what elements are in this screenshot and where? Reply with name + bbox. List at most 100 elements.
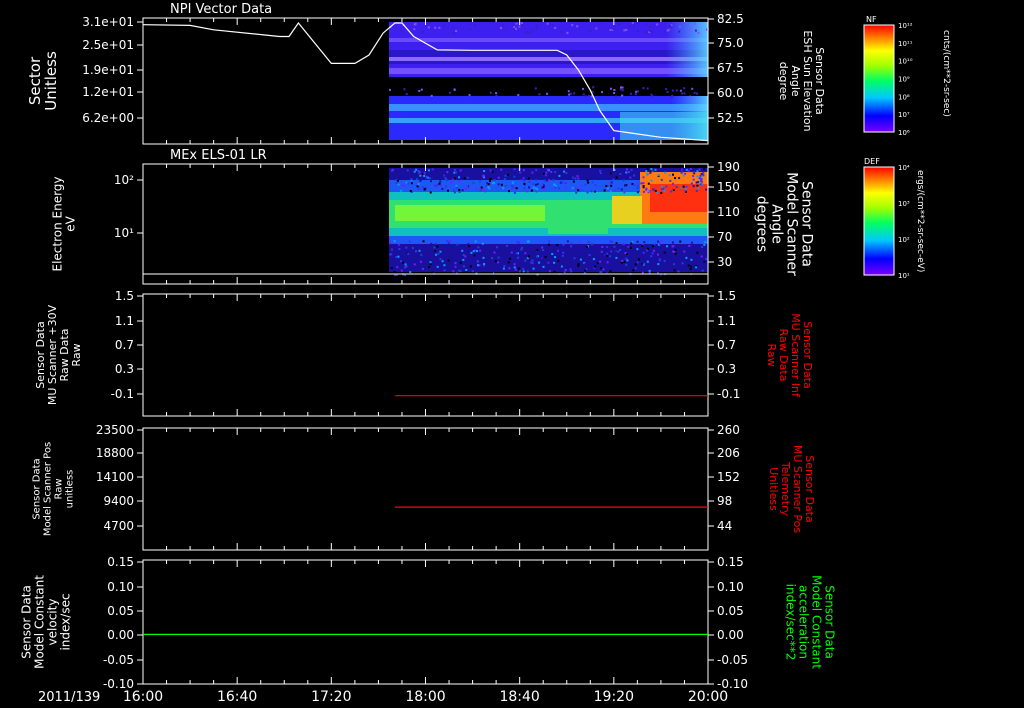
heatmap-cell <box>571 187 574 190</box>
heatmap-cell <box>532 182 535 185</box>
heatmap-cell <box>447 189 449 192</box>
heatmap-cell <box>596 262 599 265</box>
heatmap-cell <box>630 242 633 245</box>
heatmap-cell <box>415 168 418 171</box>
heatmap-cell <box>522 270 525 273</box>
heatmap-cell <box>508 190 510 193</box>
panel-axes: 23500 18800 14100 9400 4700 260 206 152 98 44 Sens… <box>32 423 816 550</box>
heatmap-cell <box>634 93 637 96</box>
heatmap-cell <box>439 250 442 253</box>
heatmap-cell <box>582 93 585 96</box>
heatmap-cell <box>665 88 668 91</box>
heatmap-cell <box>692 175 695 177</box>
heatmap-cell <box>431 168 434 171</box>
y-axis-label: Electron EnergyeV <box>51 176 78 271</box>
heatmap-cell <box>396 266 399 269</box>
heatmap-cell <box>613 89 616 91</box>
heatmap-cell <box>520 24 523 27</box>
r-tick-label: 260 <box>717 423 740 437</box>
heatmap-cell <box>415 178 418 181</box>
heatmap-cell <box>430 180 432 183</box>
r-tick-label: 0.3 <box>717 362 736 376</box>
heatmap-cell <box>586 179 589 182</box>
y-axis-label: Sensor DataModel Constantvelocityindex/s… <box>20 575 73 669</box>
heatmap-cell <box>588 30 591 33</box>
heatmap-cell <box>629 176 632 179</box>
r-tick-label: 152 <box>717 470 740 484</box>
heatmap-cell <box>660 240 663 243</box>
heatmap-cell <box>684 261 687 264</box>
heatmap-cell <box>389 88 391 91</box>
r-tick-label: 150 <box>717 180 740 194</box>
heatmap-cell <box>570 270 573 273</box>
heatmap-cell <box>468 94 471 97</box>
heatmap-cell <box>519 270 521 273</box>
heatmap-cell <box>529 179 532 182</box>
heatmap-cell <box>573 92 576 95</box>
heatmap-cell <box>494 265 497 268</box>
heatmap-cell <box>545 171 548 174</box>
heatmap-cell <box>477 264 479 267</box>
heatmap-cell <box>577 264 580 267</box>
heatmap-cell <box>495 246 498 249</box>
heatmap-cell <box>519 171 522 174</box>
y-tick-label: 6.2e+00 <box>82 111 134 125</box>
heatmap-cell <box>697 31 700 34</box>
heatmap-cell <box>556 244 559 247</box>
heatmap-cell <box>553 261 556 264</box>
heatmap-cell <box>688 170 690 173</box>
heatmap-cell <box>693 91 696 94</box>
heatmap-cell <box>477 246 480 249</box>
heatmap-cell <box>564 182 567 184</box>
panel-title: MEx ELS-01 LR <box>170 148 267 163</box>
heatmap-cell <box>663 189 666 192</box>
heatmap-cell <box>570 245 573 248</box>
heatmap-cell <box>642 242 645 245</box>
heatmap-cell <box>592 258 595 261</box>
heatmap-cell <box>609 29 612 32</box>
colorbar-tick-label: 10⁴ <box>898 164 910 172</box>
heatmap-cell <box>666 91 669 93</box>
heatmap-cell <box>675 186 678 189</box>
heatmap-cell <box>703 168 706 171</box>
heatmap-cell <box>570 242 573 245</box>
heatmap-cell <box>405 265 408 268</box>
heatmap-cell <box>566 240 569 243</box>
heatmap-cell <box>551 253 554 255</box>
heatmap-cell <box>699 174 702 177</box>
heatmap-cell <box>685 168 688 171</box>
heatmap-cell <box>482 174 485 177</box>
heatmap-cell <box>620 86 622 89</box>
label-line: degree <box>777 62 790 101</box>
heatmap-cell <box>698 177 701 180</box>
heatmap-cell <box>453 191 456 194</box>
heatmap-cell <box>411 247 414 249</box>
heatmap-cell <box>606 246 609 249</box>
heatmap-cell <box>603 189 606 192</box>
heatmap-cell <box>543 179 546 182</box>
heatmap-cell <box>558 265 561 267</box>
heatmap-cell <box>696 175 699 178</box>
heatmap-cell <box>691 87 694 90</box>
heatmap-cell <box>570 173 573 176</box>
panel-axes: 0.150.100.050.00-0.05-0.100.150.100.050.… <box>20 555 837 691</box>
heatmap-cell <box>548 240 551 243</box>
heatmap-cell <box>653 243 656 246</box>
heatmap-cell <box>443 264 446 267</box>
heatmap-cell <box>462 265 465 268</box>
heatmap-cell <box>700 177 703 180</box>
heatmap-cell <box>628 264 630 267</box>
date-label: 2011/139 <box>38 690 100 705</box>
heatmap-cell <box>642 190 645 193</box>
heatmap-cell <box>610 184 613 187</box>
heatmap-cell <box>668 174 671 177</box>
heatmap-cell <box>700 180 703 183</box>
heatmap-cell <box>689 168 692 170</box>
heatmap-cell <box>643 262 646 265</box>
heatmap-cell <box>660 191 663 194</box>
heatmap-cell <box>455 187 458 189</box>
heatmap-cell <box>405 93 408 95</box>
heatmap-cell <box>698 168 701 171</box>
heatmap-cell <box>389 241 391 244</box>
heatmap-cell <box>564 269 567 271</box>
